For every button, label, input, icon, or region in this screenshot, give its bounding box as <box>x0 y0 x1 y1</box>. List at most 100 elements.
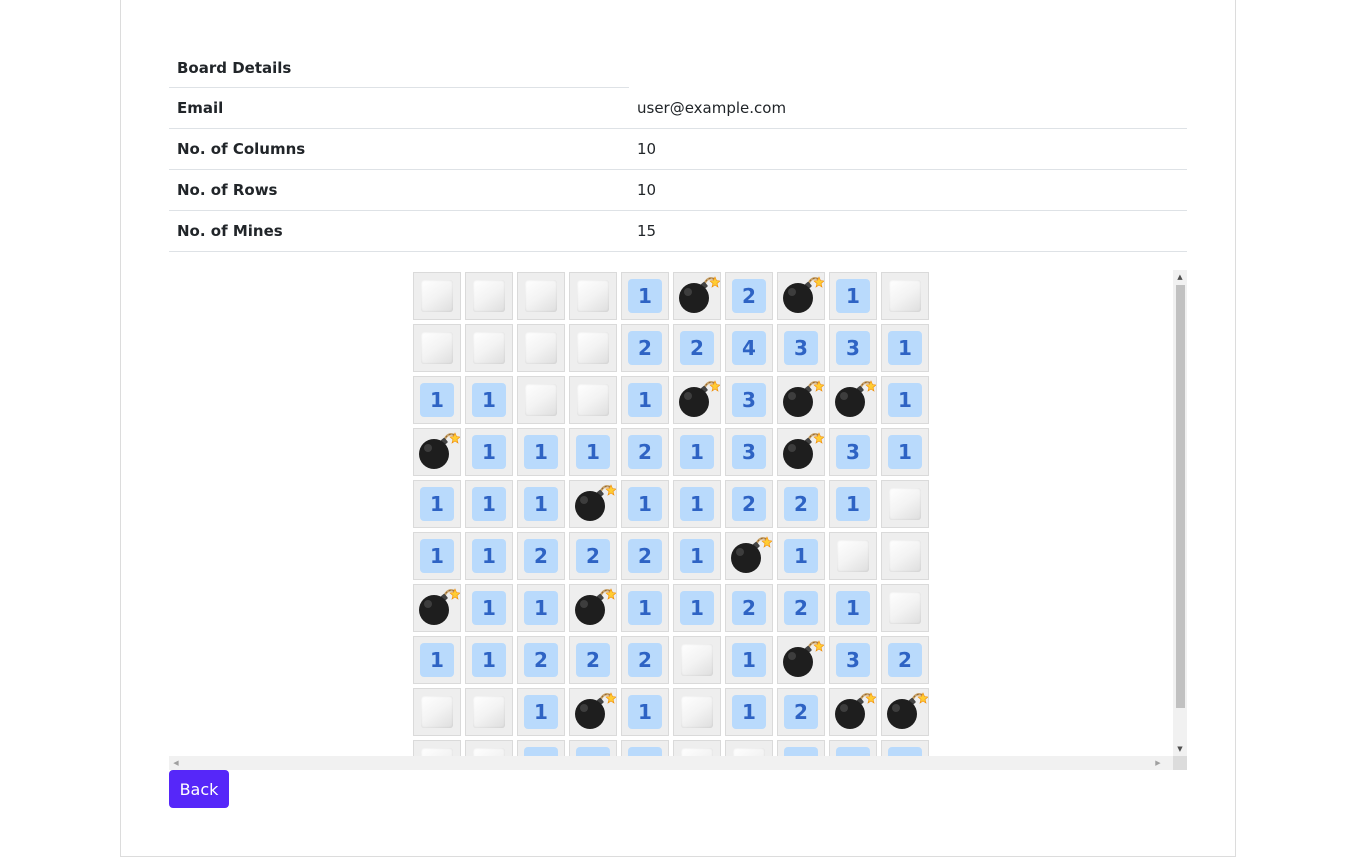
board-cell[interactable]: 1 <box>621 376 669 424</box>
board-cell[interactable] <box>569 272 617 320</box>
board-cell[interactable]: 1 <box>465 584 513 632</box>
board-scroll-area[interactable]: 1212243311113111121331111112211122211111… <box>169 270 1187 770</box>
board-cell[interactable] <box>829 376 877 424</box>
board-cell[interactable]: 1 <box>621 584 669 632</box>
board-cell[interactable] <box>829 532 877 580</box>
board-cell[interactable]: 2 <box>673 324 721 372</box>
board-cell[interactable]: 1 <box>413 532 461 580</box>
board-cell[interactable] <box>673 376 721 424</box>
board-cell[interactable]: 2 <box>621 636 669 684</box>
board-cell[interactable] <box>777 376 825 424</box>
board-cell[interactable]: 3 <box>829 428 877 476</box>
board-cell[interactable] <box>413 584 461 632</box>
back-button[interactable]: Back <box>169 770 229 808</box>
board-cell[interactable]: 3 <box>829 636 877 684</box>
board-cell[interactable] <box>413 428 461 476</box>
board-cell[interactable]: 1 <box>413 636 461 684</box>
board-cell[interactable]: 1 <box>673 584 721 632</box>
board-cell[interactable]: 3 <box>829 324 877 372</box>
board-cell[interactable] <box>829 688 877 736</box>
board-cell[interactable]: 1 <box>725 688 773 736</box>
board-cell[interactable]: 2 <box>725 584 773 632</box>
board-cell[interactable]: 1 <box>465 376 513 424</box>
board-cell[interactable]: 1 <box>881 428 929 476</box>
board-cell[interactable]: 1 <box>621 688 669 736</box>
board-cell[interactable]: 1 <box>881 324 929 372</box>
board-cell[interactable] <box>517 324 565 372</box>
board-cell[interactable]: 1 <box>829 584 877 632</box>
board-cell[interactable]: 3 <box>777 324 825 372</box>
board-cell[interactable]: 1 <box>465 480 513 528</box>
board-cell[interactable]: 2 <box>777 584 825 632</box>
board-cell[interactable]: 1 <box>569 428 617 476</box>
board-cell[interactable]: 1 <box>621 480 669 528</box>
board-cell[interactable] <box>465 324 513 372</box>
board-cell[interactable]: 2 <box>517 636 565 684</box>
board-cell[interactable]: 1 <box>777 532 825 580</box>
board-cell[interactable] <box>777 636 825 684</box>
board-cell[interactable]: 1 <box>465 532 513 580</box>
vertical-scroll-thumb[interactable] <box>1176 285 1185 708</box>
board-cell[interactable]: 2 <box>725 480 773 528</box>
board-cell[interactable]: 2 <box>621 324 669 372</box>
horizontal-scrollbar[interactable]: ◀ ▶ <box>169 756 1173 770</box>
board-cell[interactable]: 1 <box>517 480 565 528</box>
board-cell[interactable] <box>569 376 617 424</box>
board-cell[interactable]: 1 <box>517 428 565 476</box>
board-cell[interactable]: 1 <box>725 636 773 684</box>
board-cell[interactable] <box>569 584 617 632</box>
board-cell[interactable]: 1 <box>673 428 721 476</box>
board-cell[interactable] <box>413 324 461 372</box>
board-cell[interactable]: 1 <box>517 688 565 736</box>
board-cell[interactable]: 1 <box>829 480 877 528</box>
board-cell[interactable] <box>777 428 825 476</box>
board-cell[interactable]: 2 <box>517 532 565 580</box>
board-cell[interactable] <box>465 272 513 320</box>
board-cell[interactable]: 2 <box>621 532 669 580</box>
scroll-right-icon[interactable]: ▶ <box>1151 756 1165 770</box>
board-cell[interactable] <box>673 272 721 320</box>
board-cell[interactable]: 2 <box>569 636 617 684</box>
board-cell[interactable] <box>517 272 565 320</box>
board-cell[interactable]: 1 <box>465 636 513 684</box>
board-cell[interactable]: 1 <box>413 480 461 528</box>
board-cell[interactable] <box>881 272 929 320</box>
board-cell[interactable]: 2 <box>881 636 929 684</box>
board-cell[interactable] <box>569 688 617 736</box>
board-cell[interactable]: 2 <box>569 532 617 580</box>
board-cell[interactable]: 1 <box>673 532 721 580</box>
scroll-up-icon[interactable]: ▲ <box>1173 270 1187 284</box>
board-cell[interactable] <box>569 480 617 528</box>
board-cell[interactable]: 1 <box>673 480 721 528</box>
board-cell[interactable] <box>413 688 461 736</box>
board-cell[interactable]: 1 <box>881 376 929 424</box>
board-cell[interactable] <box>881 688 929 736</box>
board-cell[interactable]: 2 <box>725 272 773 320</box>
board-cell[interactable] <box>725 532 773 580</box>
scroll-left-icon[interactable]: ◀ <box>169 756 183 770</box>
board-cell[interactable] <box>673 636 721 684</box>
board-cell[interactable]: 1 <box>465 428 513 476</box>
board-cell[interactable]: 2 <box>621 428 669 476</box>
board-cell[interactable]: 2 <box>777 688 825 736</box>
board-cell[interactable] <box>413 272 461 320</box>
board-cell[interactable] <box>881 584 929 632</box>
vertical-scrollbar[interactable]: ▲ ▼ <box>1173 270 1187 756</box>
board-cell[interactable] <box>517 376 565 424</box>
board-cell[interactable]: 4 <box>725 324 773 372</box>
board-cell[interactable]: 1 <box>413 376 461 424</box>
board-cell[interactable] <box>777 272 825 320</box>
board-cell[interactable] <box>881 532 929 580</box>
board-cell[interactable]: 2 <box>777 480 825 528</box>
board-cell[interactable]: 1 <box>517 584 565 632</box>
board-cell[interactable] <box>881 480 929 528</box>
board-cell[interactable] <box>673 688 721 736</box>
bomb-icon <box>674 271 721 321</box>
board-cell[interactable]: 1 <box>829 272 877 320</box>
board-cell[interactable]: 3 <box>725 428 773 476</box>
board-cell[interactable]: 1 <box>621 272 669 320</box>
board-cell[interactable]: 3 <box>725 376 773 424</box>
board-cell[interactable] <box>569 324 617 372</box>
scroll-down-icon[interactable]: ▼ <box>1173 742 1187 756</box>
board-cell[interactable] <box>465 688 513 736</box>
